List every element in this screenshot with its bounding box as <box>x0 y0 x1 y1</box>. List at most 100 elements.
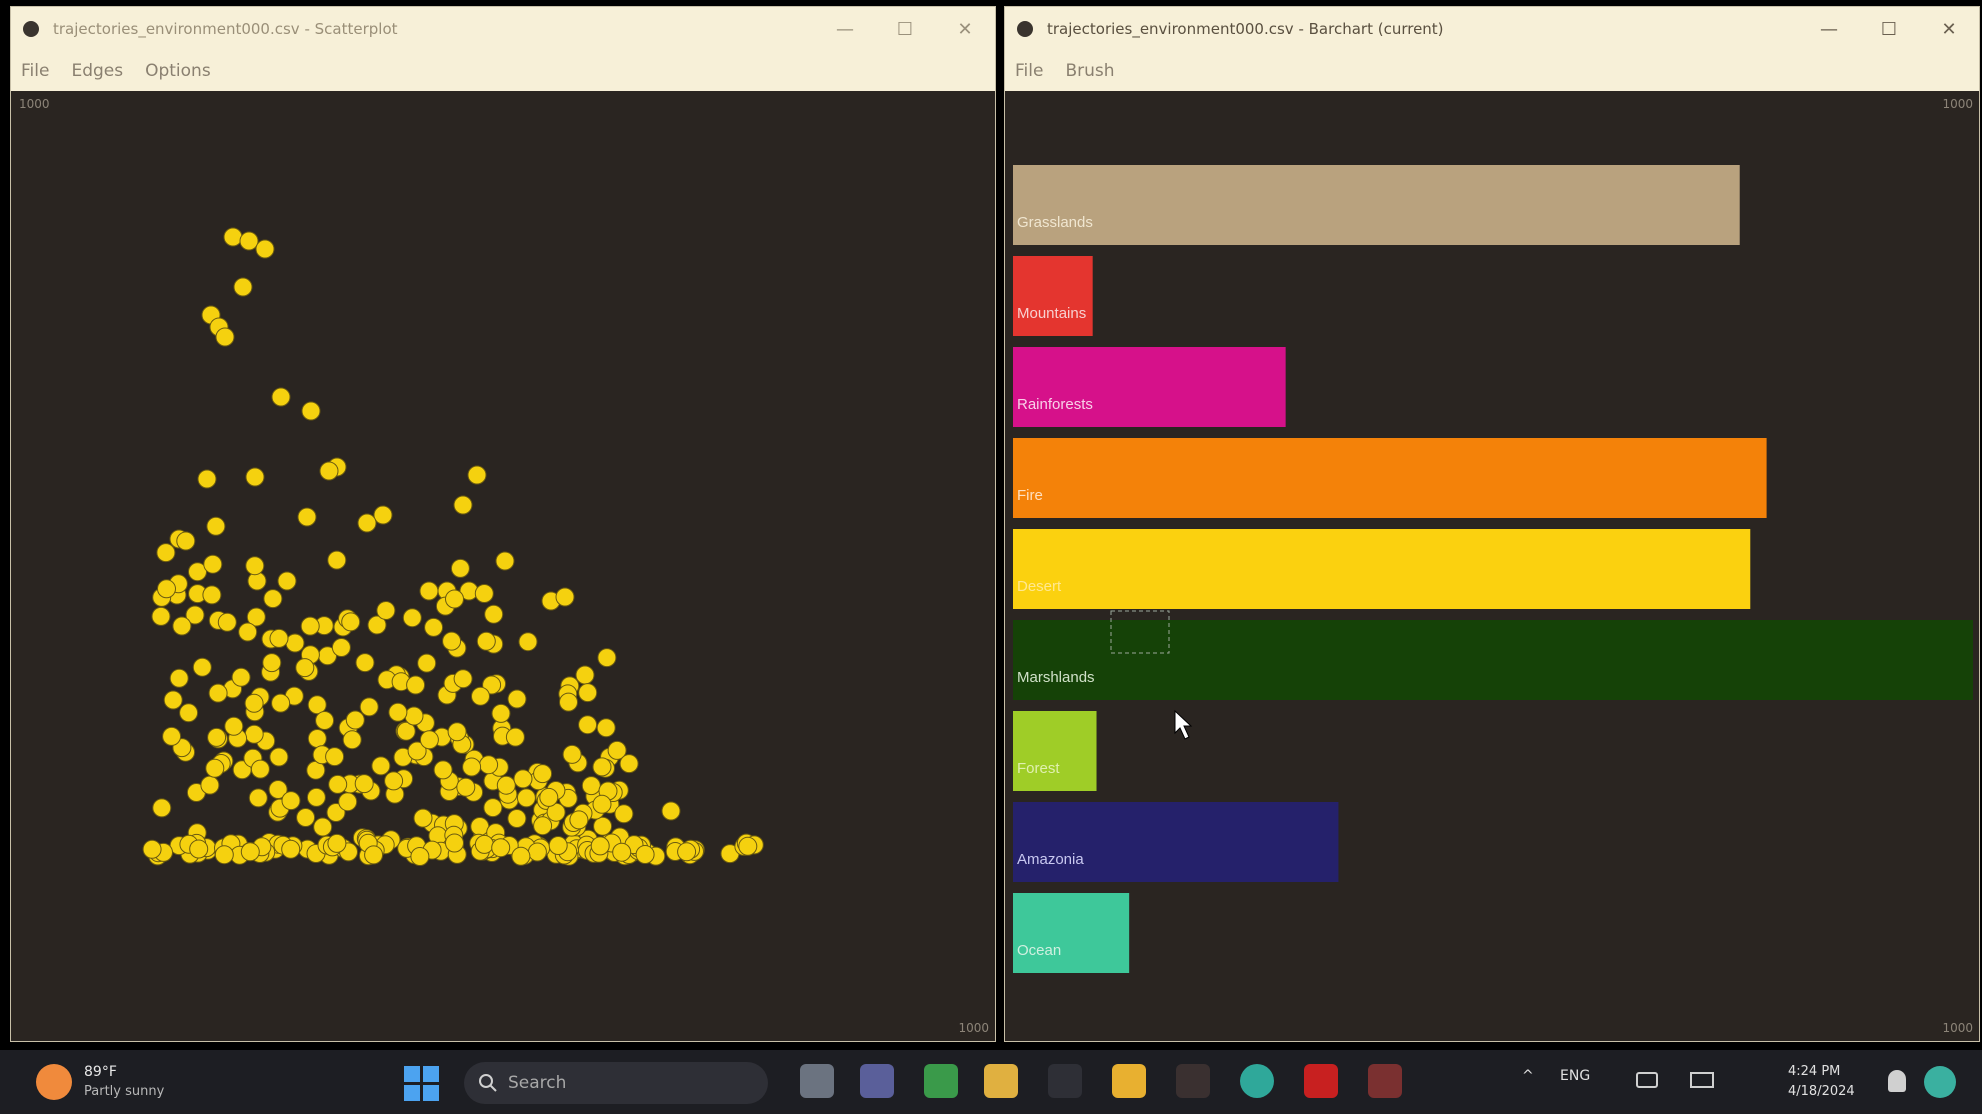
scatter-point <box>445 833 464 853</box>
scatter-point <box>592 757 612 777</box>
scatter-point <box>200 775 220 795</box>
notification-bell-icon[interactable] <box>1888 1070 1906 1092</box>
app-icon-running[interactable] <box>1368 1064 1402 1098</box>
scatter-point <box>142 839 162 859</box>
teams-icon[interactable] <box>860 1064 894 1098</box>
scatter-point <box>281 791 301 811</box>
weather-condition[interactable]: Partly sunny <box>84 1084 164 1099</box>
scatter-point <box>491 838 511 858</box>
bar-marshlands[interactable] <box>1013 620 1973 700</box>
scatter-point <box>327 550 347 570</box>
scatter-point <box>238 622 258 642</box>
scatter-point <box>592 794 612 814</box>
scatter-point <box>297 507 317 527</box>
app-icon <box>1017 21 1033 37</box>
barchart-canvas[interactable]: 1000 Grasslands Mountains Rainforests Fire D… <box>1005 91 1979 1041</box>
scatter-point <box>619 754 639 774</box>
scatter-point <box>442 631 462 651</box>
chrome-icon[interactable] <box>924 1064 958 1098</box>
scatterplot-canvas[interactable]: 1000 1000 <box>11 91 995 1041</box>
scatter-point <box>467 465 487 485</box>
scatter-point <box>152 798 172 818</box>
scatter-point <box>239 231 259 251</box>
start-button[interactable] <box>404 1066 440 1102</box>
app-icon <box>23 21 39 37</box>
wifi-icon[interactable] <box>1636 1072 1658 1088</box>
terminal-icon[interactable] <box>1048 1064 1082 1098</box>
scatter-point <box>419 581 439 601</box>
menu-edges[interactable]: Edges <box>71 61 123 81</box>
weather-temperature[interactable]: 89°F <box>84 1064 117 1080</box>
bar-mountains[interactable] <box>1013 256 1093 336</box>
bar-ocean[interactable] <box>1013 893 1130 973</box>
battery-icon[interactable] <box>1690 1072 1714 1088</box>
show-hidden-icons-chevron-icon[interactable]: ^ <box>1522 1068 1534 1084</box>
edge-icon[interactable] <box>1240 1064 1274 1098</box>
scatter-point <box>376 601 396 620</box>
bar-forest[interactable] <box>1013 711 1097 791</box>
file-explorer-icon[interactable] <box>1112 1064 1146 1098</box>
scatter-point <box>281 839 301 859</box>
scatter-point <box>559 692 578 712</box>
minimize-button[interactable]: — <box>815 7 875 51</box>
scatter-point <box>516 788 536 808</box>
scatter-point <box>661 801 681 821</box>
scatter-point <box>410 847 430 866</box>
bar-amazonia[interactable] <box>1013 802 1339 882</box>
bar-label: Mountains <box>1017 305 1086 322</box>
scatter-point <box>215 327 235 347</box>
scatter-point <box>263 589 283 609</box>
scatter-point <box>417 653 437 673</box>
close-button[interactable]: ✕ <box>935 7 995 51</box>
notepad-icon[interactable] <box>800 1064 834 1098</box>
scatterplot-chart[interactable] <box>11 91 995 1041</box>
maximize-button[interactable]: ☐ <box>875 7 935 51</box>
scatter-point <box>450 558 470 578</box>
acrobat-icon[interactable] <box>1304 1064 1338 1098</box>
barchart-titlebar[interactable]: trajectories_environment000.csv - Barcha… <box>1005 7 1979 51</box>
scatter-point <box>505 727 525 747</box>
bar-grasslands[interactable] <box>1013 165 1740 245</box>
scatter-point <box>341 612 361 632</box>
scatter-point <box>513 769 533 789</box>
menu-options[interactable]: Options <box>145 61 211 81</box>
scatter-point <box>507 809 527 828</box>
maximize-button[interactable]: ☐ <box>1859 7 1919 51</box>
scatter-point <box>313 817 333 837</box>
store-icon[interactable] <box>984 1064 1018 1098</box>
copilot-icon[interactable] <box>1924 1066 1956 1098</box>
scatter-point <box>569 810 589 830</box>
weather-icon[interactable] <box>36 1064 72 1100</box>
scatter-point <box>319 461 339 481</box>
scatter-point <box>511 846 531 866</box>
ide-icon[interactable] <box>1176 1064 1210 1098</box>
clock-date[interactable]: 4/18/2024 <box>1788 1084 1855 1099</box>
scatter-point <box>224 716 244 736</box>
barchart-chart[interactable]: Grasslands Mountains Rainforests Fire Desert… <box>1005 91 1979 1041</box>
scatter-point <box>533 764 553 784</box>
scatter-point <box>306 787 326 807</box>
scatter-point <box>371 756 391 776</box>
menu-brush[interactable]: Brush <box>1065 61 1114 81</box>
scatterplot-titlebar[interactable]: trajectories_environment000.csv - Scatte… <box>11 7 995 51</box>
bar-rainforests[interactable] <box>1013 347 1286 427</box>
tray-language[interactable]: ENG <box>1560 1068 1590 1084</box>
barchart-window: trajectories_environment000.csv - Barcha… <box>1004 6 1980 1042</box>
scatter-point <box>206 516 226 536</box>
close-button[interactable]: ✕ <box>1919 7 1979 51</box>
bar-fire[interactable] <box>1013 438 1767 518</box>
scatter-point <box>357 513 377 533</box>
barchart-menubar: File Brush <box>1005 51 1979 91</box>
scatter-point <box>163 690 183 710</box>
taskbar-search-box[interactable]: Search <box>464 1062 768 1104</box>
bar-label: Rainforests <box>1017 396 1093 413</box>
scatter-point <box>192 657 212 677</box>
scatter-point <box>245 467 265 487</box>
minimize-button[interactable]: — <box>1799 7 1859 51</box>
clock-time[interactable]: 4:24 PM <box>1788 1064 1840 1079</box>
bar-desert[interactable] <box>1013 529 1751 609</box>
menu-file[interactable]: File <box>1015 61 1043 81</box>
windows-logo-quad <box>423 1066 439 1082</box>
menu-file[interactable]: File <box>21 61 49 81</box>
bar-label: Forest <box>1017 760 1060 777</box>
